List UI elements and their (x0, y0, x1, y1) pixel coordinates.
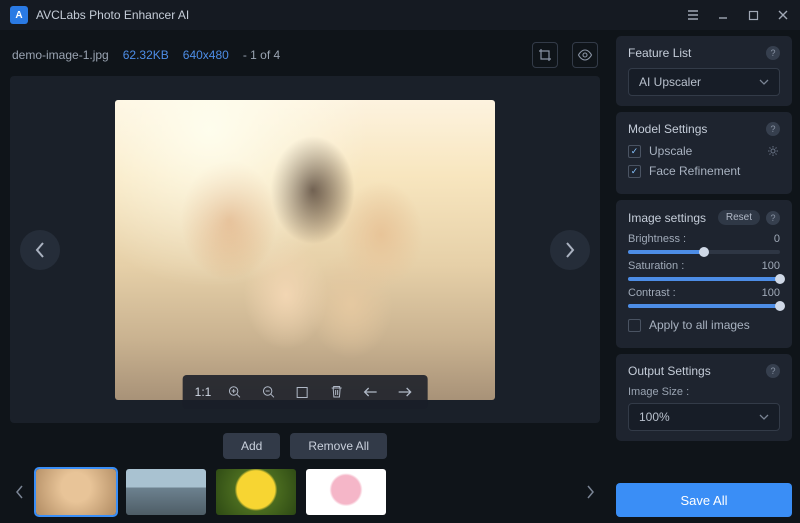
gear-icon[interactable] (767, 145, 780, 158)
app-title: AVCLabs Photo Enhancer AI (36, 8, 686, 22)
contrast-knob[interactable] (775, 301, 785, 311)
title-bar: A AVCLabs Photo Enhancer AI (0, 0, 800, 30)
undo-arrow-icon[interactable] (359, 381, 381, 403)
next-image-button[interactable] (550, 230, 590, 270)
feature-select-value: AI Upscaler (639, 75, 701, 89)
zoom-out-icon[interactable] (257, 381, 279, 403)
apply-all-label: Apply to all images (649, 318, 750, 332)
help-icon[interactable]: ? (766, 46, 780, 60)
saturation-label: Saturation : (628, 260, 684, 272)
main-image (115, 100, 495, 400)
image-settings-panel: Image settings Reset ? Brightness : 0 (616, 200, 792, 348)
upscale-checkbox[interactable] (628, 145, 641, 158)
output-settings-panel: Output Settings ? Image Size : 100% (616, 354, 792, 441)
face-refinement-label: Face Refinement (649, 164, 740, 178)
contrast-slider[interactable] (628, 304, 780, 308)
brightness-value: 0 (774, 233, 780, 245)
image-size-value: 100% (639, 410, 670, 424)
face-refinement-checkbox[interactable] (628, 165, 641, 178)
model-settings-title: Model Settings (628, 122, 707, 136)
reset-button[interactable]: Reset (718, 210, 760, 225)
brightness-knob[interactable] (699, 247, 709, 257)
thumbs-next-button[interactable] (582, 472, 598, 512)
model-settings-panel: Model Settings ? Upscale Face Refinement (616, 112, 792, 194)
close-icon[interactable] (776, 8, 790, 22)
maximize-icon[interactable] (746, 8, 760, 22)
brightness-fill (628, 250, 704, 254)
thumbnail-3[interactable] (216, 469, 296, 515)
brightness-label: Brightness : (628, 233, 686, 245)
contrast-value: 100 (762, 287, 780, 299)
saturation-value: 100 (762, 260, 780, 272)
thumbnail-2[interactable] (126, 469, 206, 515)
feature-list-panel: Feature List ? AI Upscaler (616, 36, 792, 106)
help-icon[interactable]: ? (766, 211, 780, 225)
remove-all-button[interactable]: Remove All (290, 433, 387, 459)
contrast-label: Contrast : (628, 287, 676, 299)
saturation-slider[interactable] (628, 277, 780, 281)
thumbnail-4[interactable] (306, 469, 386, 515)
crop-button[interactable] (532, 42, 558, 68)
fit-icon[interactable] (291, 381, 313, 403)
file-info-bar: demo-image-1.jpg 62.32KB 640x480 - 1 of … (10, 38, 600, 76)
minimize-icon[interactable] (716, 8, 730, 22)
file-count: - 1 of 4 (243, 48, 280, 62)
file-dimensions: 640x480 (183, 48, 229, 62)
saturation-fill (628, 277, 780, 281)
saturation-knob[interactable] (775, 274, 785, 284)
delete-icon[interactable] (325, 381, 347, 403)
main-area: demo-image-1.jpg 62.32KB 640x480 - 1 of … (0, 30, 610, 523)
app-logo: A (10, 6, 28, 24)
image-viewer: 1:1 (10, 76, 600, 423)
image-settings-title: Image settings (628, 211, 706, 225)
output-settings-title: Output Settings (628, 364, 711, 378)
thumbnail-1[interactable] (36, 469, 116, 515)
chevron-down-icon (759, 79, 769, 85)
help-icon[interactable]: ? (766, 364, 780, 378)
brightness-slider[interactable] (628, 250, 780, 254)
menu-icon[interactable] (686, 8, 700, 22)
file-size: 62.32KB (123, 48, 169, 62)
redo-arrow-icon[interactable] (393, 381, 415, 403)
feature-list-title: Feature List (628, 46, 691, 60)
save-all-button[interactable]: Save All (616, 483, 792, 517)
thumbs-prev-button[interactable] (12, 472, 28, 512)
feature-select[interactable]: AI Upscaler (628, 68, 780, 96)
add-button[interactable]: Add (223, 433, 280, 459)
image-toolbar: 1:1 (183, 375, 428, 409)
upscale-label: Upscale (649, 144, 692, 158)
prev-image-button[interactable] (20, 230, 60, 270)
preview-button[interactable] (572, 42, 598, 68)
apply-all-checkbox[interactable] (628, 319, 641, 332)
contrast-fill (628, 304, 780, 308)
chevron-down-icon (759, 414, 769, 420)
side-panel: Feature List ? AI Upscaler Model Setting… (610, 30, 800, 523)
help-icon[interactable]: ? (766, 122, 780, 136)
image-size-label: Image Size : (628, 386, 780, 398)
file-name: demo-image-1.jpg (12, 48, 109, 62)
image-size-select[interactable]: 100% (628, 403, 780, 431)
zoom-ratio-button[interactable]: 1:1 (195, 385, 212, 399)
zoom-in-icon[interactable] (223, 381, 245, 403)
thumbnail-strip (10, 467, 600, 517)
